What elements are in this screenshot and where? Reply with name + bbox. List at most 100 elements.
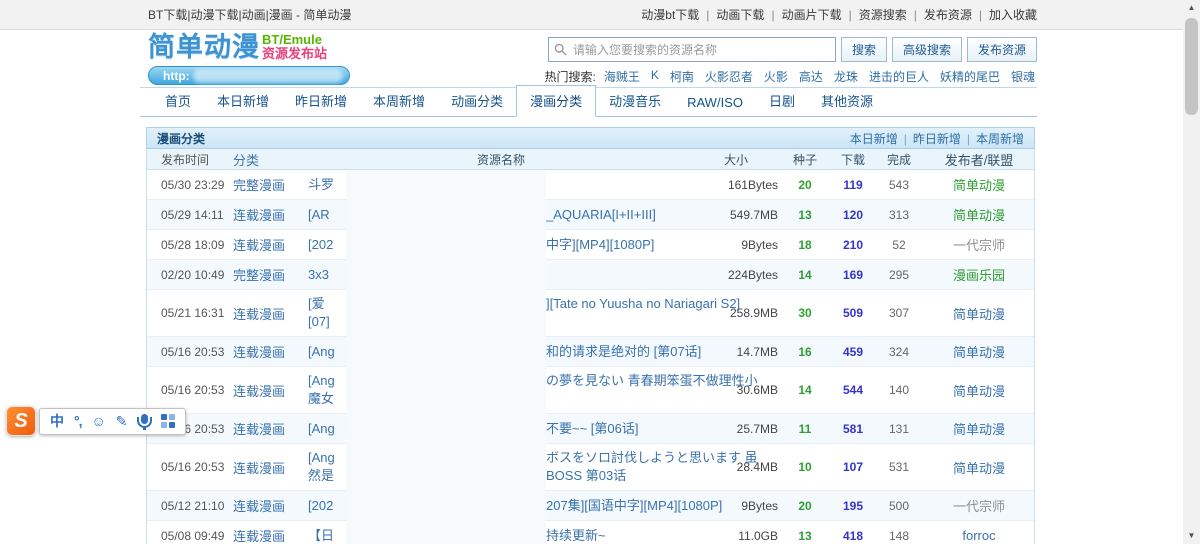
row-downloads[interactable]: 169 bbox=[832, 268, 874, 282]
row-downloads[interactable]: 210 bbox=[832, 238, 874, 252]
row-publisher-link[interactable]: 漫画乐园 bbox=[924, 265, 1034, 284]
hot-search-link[interactable]: 火影 bbox=[764, 68, 788, 85]
title-fragment-right[interactable]: 中字][MP4][1080P] bbox=[546, 236, 654, 254]
top-link[interactable]: 动画下载 bbox=[699, 6, 764, 23]
table-row[interactable]: 05/16 20:53 连载漫画 [Ang ボスをソロ討伐しようと思います 虽 … bbox=[147, 444, 1034, 491]
title-fragment-right[interactable]: の夢を見ない 青春期笨蛋不做理性小 bbox=[546, 372, 758, 390]
site-logo[interactable]: 简单动漫 BT/Emule 资源发布站 bbox=[148, 31, 327, 63]
title-fragment-left[interactable]: [202 bbox=[308, 237, 333, 252]
sogou-logo-icon[interactable]: S bbox=[6, 406, 36, 436]
hot-search-link[interactable]: K bbox=[651, 68, 659, 85]
table-row[interactable]: 05/08 09:49 连载漫画 【日 持续更新~ 11.0GB 13 418 … bbox=[147, 521, 1034, 544]
hot-search-link[interactable]: 进击的巨人 bbox=[869, 68, 929, 85]
handwriting-pen-icon[interactable]: ✎ bbox=[116, 414, 128, 428]
advanced-search-button[interactable]: 高级搜索 bbox=[892, 37, 962, 62]
nav-tab[interactable]: 动画分类 bbox=[438, 86, 516, 116]
nav-tab[interactable]: 首页 bbox=[152, 86, 204, 116]
title-fragment-left2[interactable]: 然是 bbox=[308, 468, 334, 483]
hot-search-link[interactable]: 高达 bbox=[799, 68, 823, 85]
row-category-link[interactable]: 连载漫画 bbox=[233, 342, 308, 361]
top-link[interactable]: 资源搜索 bbox=[842, 6, 907, 23]
row-downloads[interactable]: 119 bbox=[832, 178, 874, 192]
title-fragment-left[interactable]: [202 bbox=[308, 498, 333, 513]
row-publisher-link[interactable]: 简单动漫 bbox=[924, 419, 1034, 438]
scroll-up-arrow-icon[interactable]: ▲ bbox=[1183, 0, 1200, 16]
table-row[interactable]: 05/29 14:11 连载漫画 [AR _AQUARIA[I+II+III] … bbox=[147, 200, 1034, 230]
section-link[interactable]: 本周新增 bbox=[961, 130, 1024, 147]
row-publisher-link[interactable]: 简单动漫 bbox=[924, 381, 1034, 400]
row-downloads[interactable]: 120 bbox=[832, 208, 874, 222]
top-link[interactable]: 发布资源 bbox=[907, 6, 972, 23]
title-fragment-right2[interactable]: BOSS 第03话 bbox=[546, 467, 626, 485]
title-fragment-right[interactable]: _AQUARIA[I+II+III] bbox=[546, 206, 656, 224]
row-publisher-link[interactable]: 一代宗师 bbox=[924, 496, 1034, 515]
title-fragment-left2[interactable]: [07] bbox=[308, 314, 330, 329]
row-category-link[interactable]: 连载漫画 bbox=[233, 304, 308, 323]
nav-tab[interactable]: 日剧 bbox=[756, 86, 808, 116]
chinese-mode-icon[interactable]: 中 bbox=[50, 414, 64, 428]
row-downloads[interactable]: 459 bbox=[832, 345, 874, 359]
title-fragment-left[interactable]: [Ang bbox=[308, 344, 335, 359]
nav-tab[interactable]: 动漫音乐 bbox=[596, 86, 674, 116]
punctuation-icon[interactable]: °, bbox=[74, 414, 82, 428]
row-downloads[interactable]: 107 bbox=[832, 460, 874, 474]
title-fragment-left[interactable]: [爱 bbox=[308, 296, 325, 311]
table-row[interactable]: 02/20 10:49 完整漫画 3x3 224Bytes 14 169 295 bbox=[147, 260, 1034, 290]
row-publisher-link[interactable]: 简单动漫 bbox=[924, 304, 1034, 323]
table-row[interactable]: 05/16 20:53 连载漫画 [Ang 和的请求是绝对的 [第07话] 14… bbox=[147, 337, 1034, 367]
row-publisher-link[interactable]: 简单动漫 bbox=[924, 342, 1034, 361]
row-downloads[interactable]: 418 bbox=[832, 529, 874, 543]
search-button[interactable]: 搜索 bbox=[841, 37, 887, 62]
title-fragment-right[interactable]: 207集][国语中字][MP4][1080P] bbox=[546, 497, 722, 515]
title-fragment-right[interactable]: ][Tate no Yuusha no Nariagari S2] bbox=[546, 295, 740, 313]
nav-tab[interactable]: 本周新增 bbox=[360, 86, 438, 116]
vertical-scrollbar[interactable]: ▲ ▼ bbox=[1183, 0, 1200, 544]
title-fragment-left2[interactable]: 魔女 bbox=[308, 391, 334, 406]
row-downloads[interactable]: 581 bbox=[832, 422, 874, 436]
title-fragment-left[interactable]: [Ang bbox=[308, 373, 335, 388]
row-category-link[interactable]: 连载漫画 bbox=[233, 419, 308, 438]
table-row[interactable]: 05/16 20:53 连载漫画 [Ang の夢を見ない 青春期笨蛋不做理性小 … bbox=[147, 367, 1034, 414]
row-publisher-link[interactable]: 一代宗师 bbox=[924, 235, 1034, 254]
top-link[interactable]: 加入收藏 bbox=[972, 6, 1037, 23]
table-row[interactable]: 05/12 21:10 连载漫画 [202 207集][国语中字][MP4][1… bbox=[147, 491, 1034, 521]
table-row[interactable]: 05/28 18:09 连载漫画 [202 中字][MP4][1080P] 9B… bbox=[147, 230, 1034, 260]
title-fragment-right[interactable]: 和的请求是绝对的 [第07话] bbox=[546, 343, 701, 361]
row-downloads[interactable]: 509 bbox=[832, 306, 874, 320]
row-category-link[interactable]: 完整漫画 bbox=[233, 175, 308, 194]
row-publisher-link[interactable]: 简单动漫 bbox=[924, 175, 1034, 194]
section-link[interactable]: 昨日新增 bbox=[898, 130, 961, 147]
top-link[interactable]: 动漫bt下载 bbox=[641, 6, 699, 23]
search-input[interactable] bbox=[548, 37, 836, 62]
title-fragment-left[interactable]: 【日 bbox=[308, 528, 334, 543]
emoji-icon[interactable]: ☺ bbox=[92, 414, 106, 428]
table-row[interactable]: 05/30 23:29 完整漫画 斗罗 161Bytes 20 119 543 bbox=[147, 170, 1034, 200]
title-fragment-left[interactable]: [Ang bbox=[308, 421, 335, 436]
voice-input-icon[interactable] bbox=[141, 414, 148, 424]
row-category-link[interactable]: 连载漫画 bbox=[233, 526, 308, 544]
row-category-link[interactable]: 连载漫画 bbox=[233, 496, 308, 515]
table-row[interactable]: 05/21 16:31 连载漫画 [爱 ][Tate no Yuusha no … bbox=[147, 290, 1034, 337]
keyboard-grid-icon[interactable] bbox=[161, 414, 175, 428]
section-link[interactable]: 本日新增 bbox=[850, 130, 898, 147]
hot-search-link[interactable]: 妖精的尾巴 bbox=[940, 68, 1000, 85]
title-fragment-right[interactable]: 不要~~ [第06话] bbox=[546, 420, 638, 438]
row-category-link[interactable]: 连载漫画 bbox=[233, 458, 308, 477]
title-fragment-left[interactable]: 斗罗 bbox=[308, 177, 334, 192]
hot-search-link[interactable]: 柯南 bbox=[670, 68, 694, 85]
scrollbar-thumb[interactable] bbox=[1185, 18, 1198, 115]
row-downloads[interactable]: 544 bbox=[832, 383, 874, 397]
hot-search-link[interactable]: 龙珠 bbox=[834, 68, 858, 85]
row-publisher-link[interactable]: forroc bbox=[924, 528, 1034, 543]
row-category-link[interactable]: 连载漫画 bbox=[233, 381, 308, 400]
top-link[interactable]: 动画片下载 bbox=[764, 6, 841, 23]
title-fragment-left[interactable]: [AR bbox=[308, 207, 330, 222]
publish-resource-button[interactable]: 发布资源 bbox=[967, 37, 1037, 62]
nav-tab[interactable]: 昨日新增 bbox=[282, 86, 360, 116]
row-category-link[interactable]: 连载漫画 bbox=[233, 205, 308, 224]
title-fragment-right[interactable]: 持续更新~ bbox=[546, 527, 606, 544]
row-publisher-link[interactable]: 简单动漫 bbox=[924, 458, 1034, 477]
nav-tab[interactable]: 本日新增 bbox=[204, 86, 282, 116]
row-category-link[interactable]: 连载漫画 bbox=[233, 235, 308, 254]
scroll-down-arrow-icon[interactable]: ▼ bbox=[1183, 528, 1200, 544]
